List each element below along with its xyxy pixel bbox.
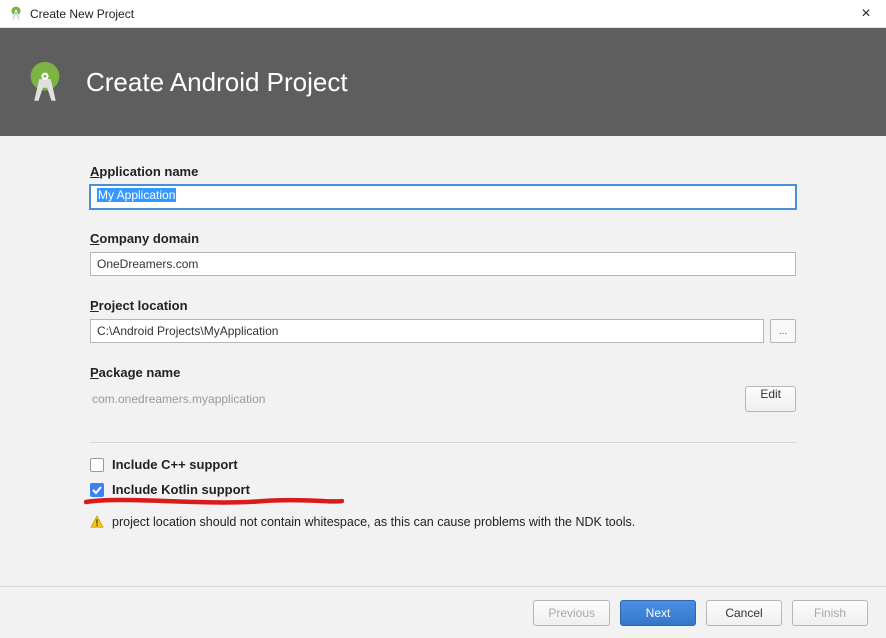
wizard-headline: Create Android Project bbox=[86, 67, 348, 98]
package-name-value: com.onedreamers.myapplication bbox=[90, 392, 735, 406]
next-button[interactable]: Next bbox=[620, 600, 696, 626]
package-name-label: Package name bbox=[90, 365, 796, 380]
separator bbox=[90, 442, 796, 443]
previous-button[interactable]: Previous bbox=[533, 600, 610, 626]
include-cpp-label: Include C++ support bbox=[112, 457, 238, 472]
project-location-label: Project location bbox=[90, 298, 796, 313]
warning-text: project location should not contain whit… bbox=[112, 515, 635, 529]
application-name-label: Application name bbox=[90, 164, 796, 179]
finish-button[interactable]: Finish bbox=[792, 600, 868, 626]
company-domain-input[interactable] bbox=[90, 252, 796, 276]
android-studio-icon bbox=[8, 6, 24, 22]
include-kotlin-checkbox[interactable] bbox=[90, 483, 104, 497]
wizard-header: Create Android Project bbox=[0, 28, 886, 136]
browse-button[interactable]: ... bbox=[770, 319, 796, 343]
company-domain-label: Company domain bbox=[90, 231, 796, 246]
close-icon[interactable]: × bbox=[854, 6, 878, 22]
include-kotlin-label: Include Kotlin support bbox=[112, 482, 250, 497]
wizard-body: Application name My Application Company … bbox=[0, 136, 886, 586]
android-studio-logo-icon bbox=[22, 59, 68, 105]
window: Create New Project × Create Android Proj… bbox=[0, 0, 886, 638]
annotation-scribble bbox=[84, 497, 344, 507]
application-name-input[interactable]: My Application bbox=[90, 185, 796, 209]
project-location-input[interactable] bbox=[90, 319, 764, 343]
titlebar: Create New Project × bbox=[0, 0, 886, 28]
window-title: Create New Project bbox=[30, 7, 854, 21]
edit-package-button[interactable]: Edit bbox=[745, 386, 796, 412]
cancel-button[interactable]: Cancel bbox=[706, 600, 782, 626]
include-cpp-checkbox[interactable] bbox=[90, 458, 104, 472]
wizard-footer: Previous Next Cancel Finish bbox=[0, 586, 886, 638]
warning-icon bbox=[90, 515, 104, 529]
